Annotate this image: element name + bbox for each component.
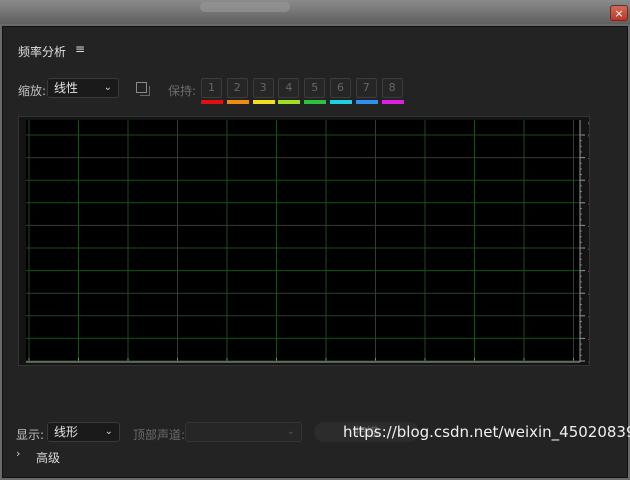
titlebar-blurred-text xyxy=(200,2,290,12)
close-button[interactable]: × xyxy=(610,5,628,21)
y-tick-label: -90 xyxy=(588,334,589,345)
hold-color-bar-1 xyxy=(201,100,223,104)
top-channel-label: 顶部声道: xyxy=(133,428,186,442)
y-axis-unit: dB xyxy=(588,118,589,129)
window-titlebar: × xyxy=(0,0,630,24)
y-tick-label: -10 xyxy=(588,154,589,165)
zoom-label: 缩放: xyxy=(18,84,47,98)
zoom-select[interactable]: 线性 ⌄ xyxy=(47,78,119,98)
chevron-down-icon: ⌄ xyxy=(286,426,295,437)
chevron-down-icon: ⌄ xyxy=(103,82,112,93)
overlay-checkbox[interactable] xyxy=(136,82,150,96)
hold-color-bar-4 xyxy=(278,100,301,104)
hold-color-bar-8 xyxy=(381,100,404,104)
hold-button-5[interactable]: 5 xyxy=(304,78,326,98)
display-label: 显示: xyxy=(16,428,45,442)
zoom-select-value: 线性 xyxy=(54,81,79,95)
y-tick-label: -20 xyxy=(588,176,589,187)
chevron-right-icon[interactable]: › xyxy=(16,447,20,460)
y-tick-label: -70 xyxy=(588,289,589,300)
hold-button-6[interactable]: 6 xyxy=(330,78,351,98)
y-tick-label: -30 xyxy=(588,199,589,210)
advanced-toggle[interactable]: 高级 xyxy=(36,449,60,466)
panel-menu-icon[interactable]: ≡ xyxy=(75,42,85,56)
frequency-graph: Hz2k4k6k8k10k12k14k16k18k20k22k0-10-20-3… xyxy=(18,116,611,381)
top-channel-select[interactable]: ⌄ xyxy=(185,422,302,442)
display-select-value: 线形 xyxy=(54,425,79,439)
display-select[interactable]: 线形 ⌄ xyxy=(47,422,120,442)
panel-title: 频率分析 xyxy=(18,45,67,59)
y-tick-label: -50 xyxy=(588,244,589,255)
hold-button-1[interactable]: 1 xyxy=(201,78,222,98)
frequency-chart: Hz2k4k6k8k10k12k14k16k18k20k22k0-10-20-3… xyxy=(26,118,611,381)
chevron-down-icon: ⌄ xyxy=(104,426,113,437)
y-tick-label: 0 xyxy=(588,131,589,142)
hold-button-7[interactable]: 7 xyxy=(355,78,377,98)
hold-button-4[interactable]: 4 xyxy=(278,78,300,98)
frequency-analysis-panel: 频率分析 ≡ 缩放: 线性 ⌄ 保持: 12345678 Hz2k4k6k8k1… xyxy=(2,26,628,478)
hold-label: 保持: xyxy=(168,84,197,98)
hold-color-bar-3 xyxy=(252,100,275,104)
plot-area xyxy=(26,120,580,362)
y-tick-label: -80 xyxy=(588,312,589,323)
hold-button-8[interactable]: 8 xyxy=(381,78,403,98)
watermark-text: https://blog.csdn.net/weixin_45020839 xyxy=(343,423,630,441)
hold-button-3[interactable]: 3 xyxy=(252,78,274,98)
hold-color-bar-6 xyxy=(330,100,352,104)
y-tick-label: -40 xyxy=(588,221,589,232)
y-tick-label: -60 xyxy=(588,267,589,278)
hold-color-bar-2 xyxy=(226,100,249,104)
y-tick-label: -100 xyxy=(588,357,589,365)
hold-color-bar-7 xyxy=(355,100,378,104)
hold-button-2[interactable]: 2 xyxy=(226,78,248,98)
hold-color-bar-5 xyxy=(304,100,327,104)
